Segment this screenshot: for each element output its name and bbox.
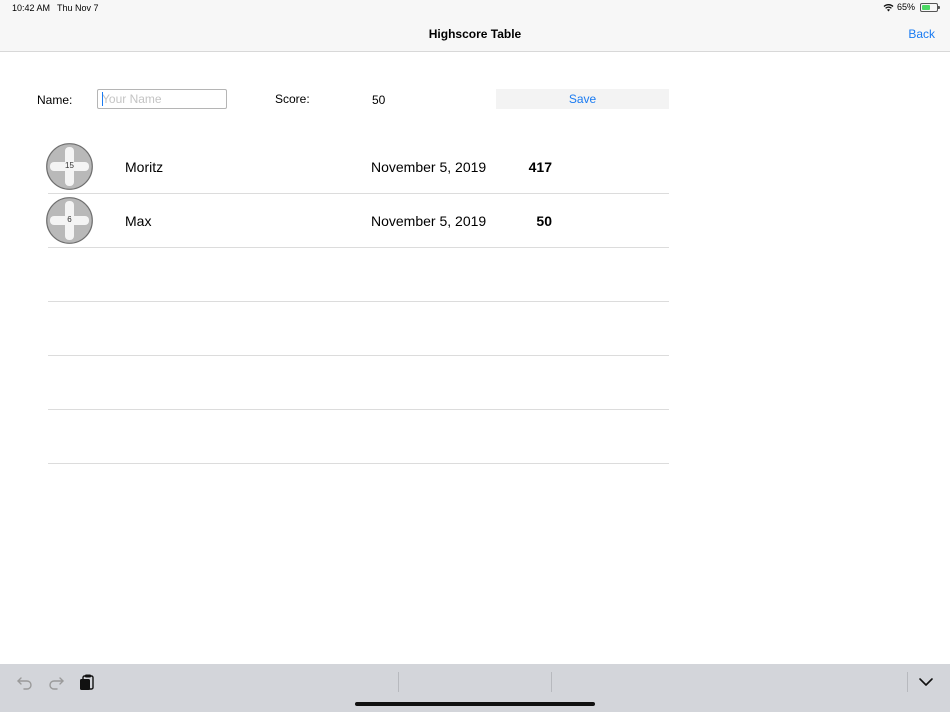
redo-icon[interactable] xyxy=(46,672,66,692)
text-cursor xyxy=(102,92,103,106)
score-date: November 5, 2019 xyxy=(371,159,487,175)
save-button[interactable]: Save xyxy=(496,89,669,109)
status-time: 10:42 AM xyxy=(12,3,51,13)
player-name: Moritz xyxy=(125,159,164,175)
name-input[interactable] xyxy=(97,89,227,109)
battery-icon xyxy=(920,2,940,12)
divider xyxy=(907,672,908,692)
navigation-bar: Highscore Table Back xyxy=(0,18,950,52)
table-row-empty[interactable] xyxy=(48,356,669,410)
avatar-number: 15 xyxy=(65,161,74,170)
back-button[interactable]: Back xyxy=(908,27,935,41)
avatar-number: 6 xyxy=(67,215,72,224)
avatar: 6 xyxy=(46,197,93,244)
page-title: Highscore Table xyxy=(428,27,522,41)
home-indicator[interactable] xyxy=(355,702,595,706)
status-bar: 10:42 AM Thu Nov 7 65% xyxy=(0,0,950,18)
battery-percentage: 65% xyxy=(896,2,915,12)
avatar: 15 xyxy=(46,143,93,190)
player-score: 50 xyxy=(536,213,552,229)
player-score: 417 xyxy=(528,159,552,175)
status-indicators: 65% xyxy=(883,2,940,12)
undo-icon[interactable] xyxy=(15,672,35,692)
name-label: Name: xyxy=(37,93,73,107)
battery-fill xyxy=(922,4,930,10)
divider xyxy=(398,672,399,692)
table-row[interactable]: 6 Max November 5, 2019 50 xyxy=(46,194,669,248)
player-name: Max xyxy=(125,213,152,229)
table-row[interactable]: 15 Moritz November 5, 2019 417 xyxy=(46,140,669,194)
divider xyxy=(551,672,552,692)
table-row-empty[interactable] xyxy=(48,410,669,464)
table-row-empty[interactable] xyxy=(48,302,669,356)
paste-icon[interactable] xyxy=(77,672,97,692)
table-row-empty[interactable] xyxy=(48,248,669,302)
highscore-table: 15 Moritz November 5, 2019 417 6 Max Nov… xyxy=(46,140,669,464)
score-date: November 5, 2019 xyxy=(371,213,487,229)
wifi-icon xyxy=(883,3,894,11)
score-label: Score: xyxy=(275,92,310,106)
chevron-down-icon[interactable] xyxy=(916,672,936,692)
status-date: Thu Nov 7 xyxy=(57,3,99,13)
score-value: 50 xyxy=(372,93,386,107)
